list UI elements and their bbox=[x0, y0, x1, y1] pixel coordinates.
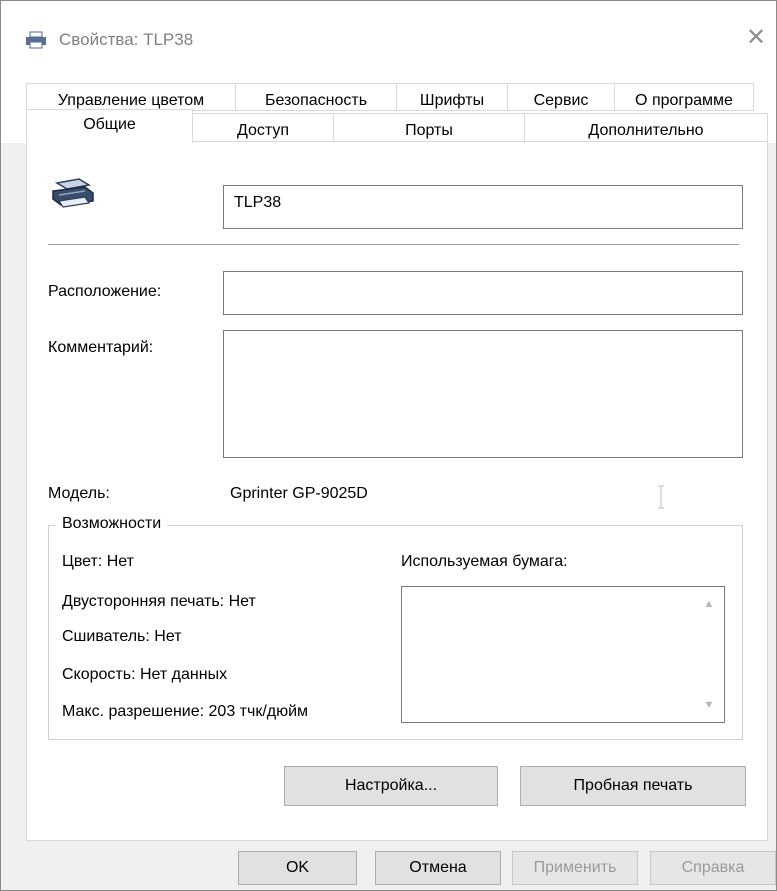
tab-strip: Управление цветом Безопасность Шрифты Се… bbox=[1, 63, 776, 143]
printer-large-icon bbox=[52, 178, 94, 208]
feature-color: Цвет: Нет bbox=[62, 553, 134, 570]
comment-label: Комментарий: bbox=[48, 339, 154, 356]
help-button[interactable]: Справка bbox=[650, 851, 776, 885]
feature-speed: Скорость: Нет данных bbox=[62, 666, 228, 683]
tab-color-management[interactable]: Управление цветом bbox=[26, 83, 236, 111]
dialog-button-bar: OK Отмена Применить Справка bbox=[1, 841, 776, 890]
tab-security[interactable]: Безопасность bbox=[235, 83, 397, 111]
paper-label: Используемая бумага: bbox=[401, 553, 568, 570]
test-print-button[interactable]: Пробная печать bbox=[520, 766, 746, 806]
tab-general[interactable]: Общие bbox=[26, 109, 193, 143]
tab-access[interactable]: Доступ bbox=[192, 113, 334, 143]
scroll-down-icon[interactable]: ▼ bbox=[700, 696, 718, 714]
tab-fonts[interactable]: Шрифты bbox=[396, 83, 508, 111]
feature-stapler: Сшиватель: Нет bbox=[62, 628, 182, 645]
scroll-up-icon[interactable]: ▲ bbox=[700, 595, 718, 613]
printer-name-field[interactable]: TLP38 bbox=[223, 185, 743, 229]
text-cursor-icon bbox=[658, 485, 664, 509]
tab-service[interactable]: Сервис bbox=[507, 83, 615, 111]
settings-button[interactable]: Настройка... bbox=[284, 766, 498, 806]
model-value: Gprinter GP-9025D bbox=[230, 485, 368, 502]
location-field[interactable] bbox=[223, 271, 743, 315]
title-bar: Свойства: TLP38 ✕ bbox=[1, 1, 776, 63]
apply-button[interactable]: Применить bbox=[512, 851, 638, 885]
paper-listbox[interactable]: ▲ ▼ bbox=[401, 586, 725, 723]
features-title: Возможности bbox=[56, 515, 168, 533]
location-label: Расположение: bbox=[48, 283, 162, 300]
tab-advanced[interactable]: Дополнительно bbox=[524, 113, 768, 143]
tab-about[interactable]: О программе bbox=[614, 83, 754, 111]
cancel-button[interactable]: Отмена bbox=[375, 851, 501, 885]
model-label: Модель: bbox=[48, 485, 110, 502]
feature-duplex: Двусторонняя печать: Нет bbox=[62, 593, 256, 610]
printer-icon bbox=[26, 31, 46, 49]
separator bbox=[48, 244, 739, 245]
window-title: Свойства: TLP38 bbox=[59, 30, 194, 49]
close-icon[interactable]: ✕ bbox=[741, 23, 771, 53]
ok-button[interactable]: OK bbox=[238, 851, 357, 885]
printer-properties-window: Свойства: TLP38 ✕ Управление цветом Безо… bbox=[0, 0, 777, 891]
comment-field[interactable] bbox=[223, 330, 743, 458]
feature-max-resolution: Макс. разрешение: 203 тчк/дюйм bbox=[62, 703, 309, 720]
tab-ports[interactable]: Порты bbox=[333, 113, 525, 143]
